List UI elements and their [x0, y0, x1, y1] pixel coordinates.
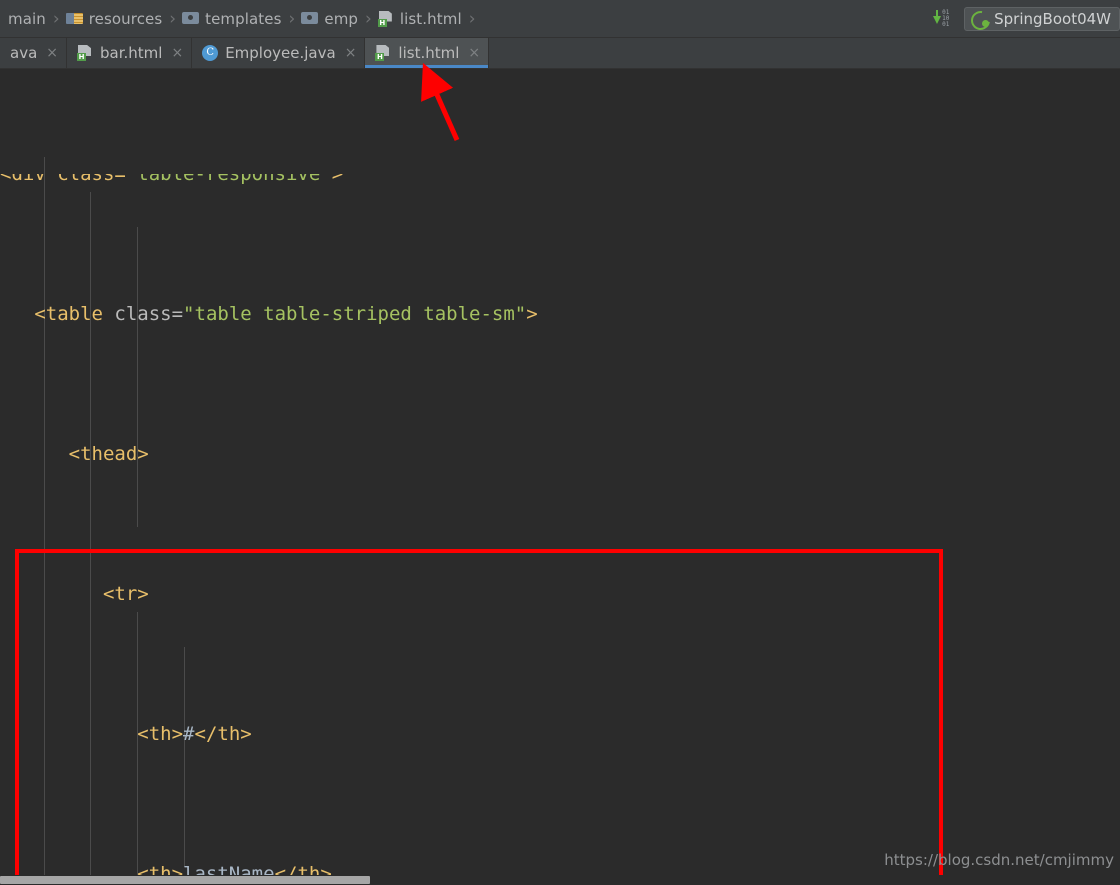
breadcrumb-item-emp[interactable]: emp	[299, 0, 361, 37]
code-token: </th>	[194, 723, 252, 745]
code-token: <th>	[137, 723, 184, 745]
breadcrumb-separator: ›	[288, 8, 296, 29]
code-token: table table-striped table-sm	[194, 303, 515, 325]
tab-ava-java[interactable]: ava ×	[0, 38, 67, 68]
code-token: #	[183, 723, 195, 745]
code-token: <div class=	[0, 174, 126, 185]
breadcrumb-separator: ›	[52, 8, 60, 29]
breadcrumb-label: resources	[88, 9, 163, 28]
download-sources-icon[interactable]: 01 10 01	[930, 8, 956, 30]
close-icon[interactable]: ×	[468, 45, 480, 61]
folder-icon	[182, 11, 200, 26]
breadcrumb-label: emp	[324, 9, 359, 28]
code-line-4: <tr>	[0, 577, 1120, 612]
download-bits-glyph: 01 10 01	[942, 8, 950, 28]
source-code[interactable]: <div class="table-responsive"> <table cl…	[0, 69, 1120, 884]
breadcrumb-item-list-html[interactable]: list.html	[376, 0, 465, 37]
code-token: class=	[114, 303, 184, 325]
breadcrumb-label: list.html	[399, 9, 462, 28]
code-line-3: <thead>	[0, 437, 1120, 472]
breadcrumb-item-resources[interactable]: resources	[64, 0, 166, 37]
toolbar-right: 01 10 01 SpringBoot04W	[930, 0, 1120, 37]
tab-bar-html[interactable]: bar.html ×	[67, 38, 193, 68]
code-line-5: <th>#</th>	[0, 717, 1120, 752]
tab-label: Employee.java	[225, 44, 336, 62]
html-file-icon	[77, 45, 93, 61]
folder-resources-icon	[65, 11, 83, 26]
tab-label: bar.html	[100, 44, 163, 62]
code-token: "table-responsive"	[125, 174, 332, 185]
run-configuration-label: SpringBoot04W	[994, 9, 1111, 28]
code-token: <tr>	[102, 583, 149, 605]
breadcrumb-separator: ›	[365, 8, 372, 29]
code-editor[interactable]: <div class="table-responsive"> <table cl…	[0, 69, 1120, 884]
breadcrumb-separator: ›	[169, 8, 177, 29]
java-class-icon: C	[202, 45, 219, 61]
code-token: <table	[34, 303, 115, 325]
html-file-icon	[377, 11, 394, 27]
close-icon[interactable]: ×	[345, 45, 357, 61]
code-token: "	[183, 303, 195, 325]
editor-tab-bar: ava × bar.html × C Employee.java × list.…	[0, 38, 1120, 69]
tab-list-html[interactable]: list.html ×	[365, 38, 490, 68]
breadcrumb-bar: main › resources › templates › emp › lis…	[0, 0, 1120, 38]
code-line-1: <div class="table-responsive">	[0, 174, 1120, 192]
code-token: >	[526, 303, 538, 325]
breadcrumb-label: templates	[205, 9, 282, 28]
breadcrumb-item-templates[interactable]: templates	[180, 0, 284, 37]
horizontal-scrollbar[interactable]	[0, 875, 1120, 884]
code-token: "	[514, 303, 527, 325]
breadcrumb-label: main	[8, 9, 46, 28]
tab-employee-java[interactable]: C Employee.java ×	[192, 38, 366, 68]
code-token: <thead>	[68, 443, 149, 465]
tab-label: list.html	[398, 44, 460, 62]
close-icon[interactable]: ×	[46, 45, 58, 61]
code-token: >	[331, 174, 344, 185]
tab-label: ava	[10, 44, 38, 62]
breadcrumb-separator: ›	[468, 8, 476, 29]
watermark: https://blog.csdn.net/cmjimmy	[884, 851, 1114, 869]
close-icon[interactable]: ×	[171, 45, 183, 61]
spring-boot-icon	[971, 10, 990, 27]
scrollbar-thumb[interactable]	[0, 876, 370, 884]
html-file-icon	[375, 45, 391, 61]
code-line-2: <table class="table table-striped table-…	[0, 297, 1120, 332]
run-configuration-selector[interactable]: SpringBoot04W	[964, 6, 1120, 31]
folder-icon	[301, 11, 319, 26]
breadcrumb-item-main[interactable]: main	[0, 0, 49, 37]
